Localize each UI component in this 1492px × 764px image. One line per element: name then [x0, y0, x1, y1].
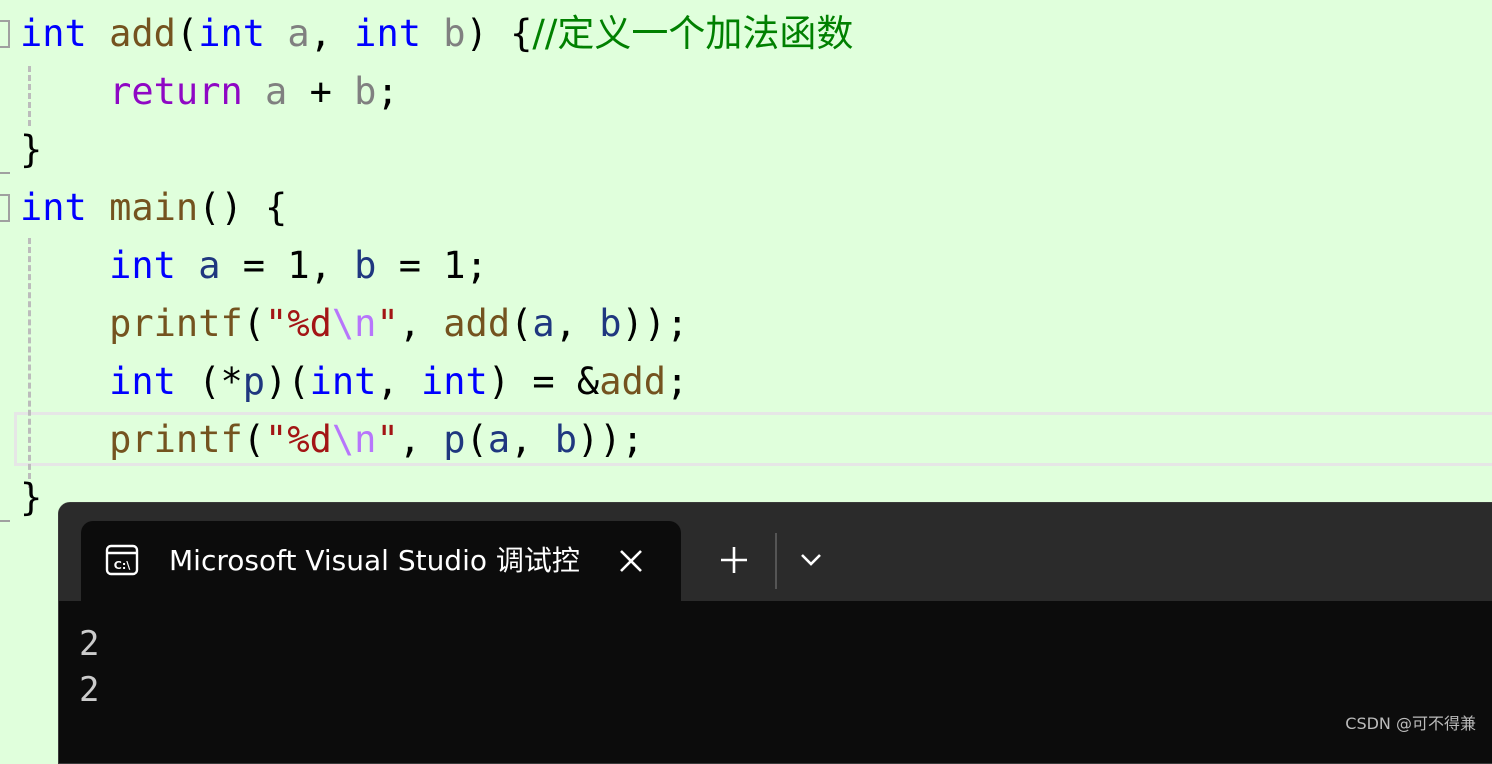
code-token: ,	[309, 12, 355, 55]
code-token: int	[354, 12, 421, 55]
code-token: p	[443, 418, 466, 461]
code-token: //定义一个加法函数	[532, 12, 854, 55]
code-token: ) = &	[487, 360, 600, 403]
code-line[interactable]: }	[20, 121, 42, 179]
code-token: add	[109, 12, 176, 55]
code-line[interactable]: int a = 1, b = 1;	[20, 237, 488, 295]
code-token: ,	[554, 302, 600, 345]
code-token: "%d	[265, 418, 332, 461]
code-token: int	[198, 12, 266, 55]
code-token: () {	[198, 186, 288, 229]
code-token: a	[487, 418, 511, 461]
code-token: int	[109, 244, 176, 287]
code-line[interactable]: return a + b;	[20, 63, 399, 121]
terminal-tab-title: Microsoft Visual Studio 调试控	[169, 544, 579, 577]
code-token: (	[175, 12, 199, 55]
code-token: +	[287, 70, 355, 113]
code-token: ,	[398, 302, 444, 345]
code-line[interactable]: printf("%d\n", add(a, b));	[20, 295, 688, 353]
terminal-tab-bar: C:\ Microsoft Visual Studio 调试控	[59, 503, 1492, 601]
code-token: "	[376, 302, 399, 345]
code-line[interactable]: }	[20, 469, 42, 527]
code-token: ;	[666, 360, 689, 403]
code-token: (	[242, 302, 266, 345]
code-token: b	[354, 70, 377, 113]
code-token: int	[421, 360, 488, 403]
tab-separator	[775, 533, 777, 589]
code-token: int	[20, 12, 87, 55]
code-token: b	[443, 12, 466, 55]
code-token: ));	[621, 302, 689, 345]
code-token: ,	[398, 418, 444, 461]
code-token: int	[109, 360, 176, 403]
code-token: b	[554, 418, 577, 461]
code-token: a	[198, 244, 221, 287]
svg-text:C:\: C:\	[114, 559, 131, 572]
code-token: = 1,	[220, 244, 355, 287]
code-token: int	[20, 186, 87, 229]
console-icon: C:\	[105, 544, 139, 576]
code-token: \n	[331, 418, 377, 461]
terminal-output-line: 2	[79, 670, 100, 710]
code-token: add	[599, 360, 667, 403]
fold-collapse-icon[interactable]	[0, 20, 10, 48]
code-token: (	[242, 418, 266, 461]
code-token: ;	[376, 70, 399, 113]
code-token: b	[599, 302, 622, 345]
code-line[interactable]: int add(int a, int b) {//定义一个加法函数	[20, 5, 853, 63]
code-line[interactable]: int (*p)(int, int) = &add;	[20, 353, 688, 411]
code-token: return	[109, 70, 243, 113]
code-token: a	[287, 12, 310, 55]
code-line[interactable]: int main() {	[20, 179, 287, 237]
code-token: main	[109, 186, 199, 229]
code-token: = 1;	[376, 244, 488, 287]
code-token: }	[20, 128, 43, 171]
code-token: "%d	[265, 302, 332, 345]
code-token: ) {	[465, 12, 533, 55]
fold-end-marker	[0, 172, 10, 174]
code-token: int	[309, 360, 377, 403]
terminal-window[interactable]: C:\ Microsoft Visual Studio 调试控 2 2	[58, 502, 1492, 764]
code-token: (	[510, 302, 533, 345]
code-token: printf	[109, 302, 243, 345]
code-token: add	[443, 302, 511, 345]
code-token: )(	[265, 360, 310, 403]
close-icon[interactable]	[613, 543, 649, 579]
fold-end-marker	[0, 520, 10, 522]
code-token: ));	[576, 418, 644, 461]
code-token: ,	[510, 418, 555, 461]
terminal-tab[interactable]: C:\ Microsoft Visual Studio 调试控	[81, 521, 681, 601]
code-token: \n	[331, 302, 377, 345]
code-token: (*	[175, 360, 243, 403]
code-token: "	[376, 418, 399, 461]
code-token: printf	[109, 418, 243, 461]
code-token: ,	[376, 360, 421, 403]
fold-collapse-icon[interactable]	[0, 194, 10, 222]
code-token: a	[532, 302, 555, 345]
code-token: }	[20, 476, 43, 519]
watermark: CSDN @可不得兼	[1345, 714, 1476, 733]
terminal-output-line: 2	[79, 624, 100, 664]
code-token: (	[465, 418, 488, 461]
chevron-down-icon[interactable]	[795, 543, 827, 575]
plus-icon[interactable]	[715, 541, 753, 579]
code-line[interactable]: printf("%d\n", p(a, b));	[20, 411, 644, 469]
code-token: b	[354, 244, 377, 287]
code-token: p	[242, 360, 266, 403]
code-token: a	[265, 70, 288, 113]
